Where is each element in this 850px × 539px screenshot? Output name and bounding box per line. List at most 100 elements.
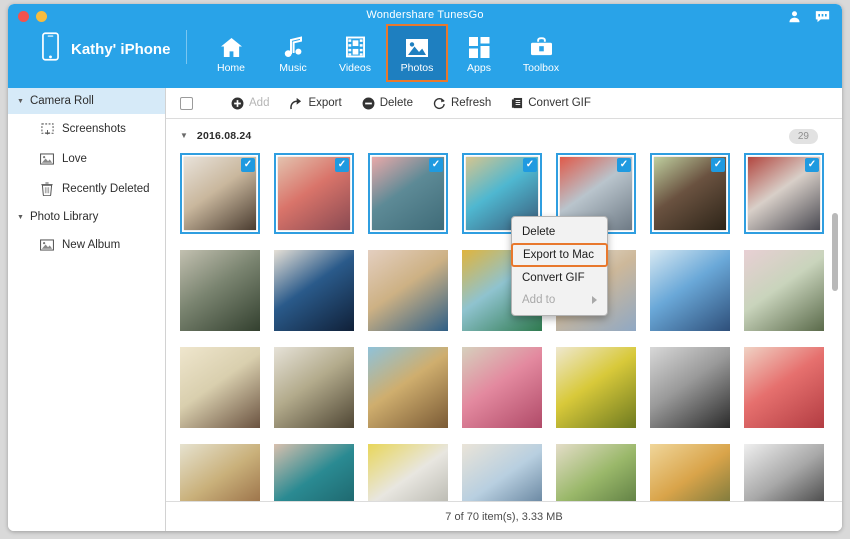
context-menu-item[interactable]: Delete <box>512 221 607 243</box>
photo-thumbnail[interactable] <box>462 347 542 428</box>
photo-thumbnail[interactable] <box>368 347 448 428</box>
refresh-button[interactable]: Refresh <box>423 88 501 119</box>
content-toolbar: Add Export Delete <box>166 88 842 119</box>
iphone-icon <box>42 32 59 66</box>
nav-tab-photos-label: Photos <box>401 62 434 74</box>
photo-image <box>556 444 636 501</box>
app-header: Wondershare TunesGo Kathy' iPhone Home <box>8 4 842 88</box>
chevron-down-icon: ▼ <box>180 132 188 140</box>
context-menu-item[interactable]: Convert GIF <box>512 267 607 289</box>
photo-thumbnail[interactable] <box>274 347 354 428</box>
photo-thumbnail[interactable] <box>744 347 824 428</box>
photo-selected-checkmark[interactable]: ✓ <box>805 158 819 172</box>
photo-selected-checkmark[interactable]: ✓ <box>429 158 443 172</box>
photo-image <box>180 347 260 428</box>
select-all-checkbox[interactable] <box>180 97 193 110</box>
video-icon <box>346 32 365 58</box>
photo-thumbnail[interactable] <box>274 444 354 501</box>
nav-tab-toolbox[interactable]: Toolbox <box>510 26 572 80</box>
photo-selected-checkmark[interactable]: ✓ <box>617 158 631 172</box>
home-icon <box>220 32 243 58</box>
sidebar-group-camera-roll[interactable]: ▼ Camera Roll <box>8 88 165 114</box>
chevron-down-icon: ▼ <box>17 98 24 105</box>
app-window: Wondershare TunesGo Kathy' iPhone Home <box>8 4 842 531</box>
photo-icon <box>40 152 54 166</box>
photo-image <box>556 347 636 428</box>
nav-tab-videos[interactable]: Videos <box>324 26 386 80</box>
photo-thumbnail[interactable] <box>368 444 448 501</box>
export-icon <box>289 97 303 110</box>
nav-tab-home[interactable]: Home <box>200 26 262 80</box>
photo-thumbnail[interactable]: ✓ <box>274 153 354 234</box>
photo-thumbnail[interactable] <box>462 444 542 501</box>
app-body: ▼ Camera Roll Screenshots Love Recen <box>8 88 842 531</box>
photo-thumbnail[interactable]: ✓ <box>744 153 824 234</box>
export-button-label: Export <box>308 97 341 109</box>
sidebar-item-new-album[interactable]: New Album <box>8 230 165 260</box>
photo-image <box>368 250 448 331</box>
delete-button[interactable]: Delete <box>352 88 423 119</box>
sidebar-item-love[interactable]: Love <box>8 144 165 174</box>
user-account-icon[interactable] <box>788 10 801 23</box>
header-divider <box>186 30 187 64</box>
nav-tab-music[interactable]: Music <box>262 26 324 80</box>
nav-tab-music-label: Music <box>279 62 306 74</box>
photo-selected-checkmark[interactable]: ✓ <box>711 158 725 172</box>
photo-image <box>744 250 824 331</box>
add-button-label: Add <box>249 97 269 109</box>
chevron-down-icon: ▼ <box>17 214 24 221</box>
nav-tab-toolbox-label: Toolbox <box>523 62 559 74</box>
convert-gif-button[interactable]: Convert GIF <box>501 88 601 119</box>
photo-selected-checkmark[interactable]: ✓ <box>241 158 255 172</box>
photo-thumbnail[interactable] <box>650 347 730 428</box>
main-nav: Home Music Videos Photos <box>200 26 572 82</box>
sidebar-item-screenshots[interactable]: Screenshots <box>8 114 165 144</box>
photo-thumbnail[interactable] <box>650 444 730 501</box>
connected-device[interactable]: Kathy' iPhone <box>42 32 170 66</box>
context-menu-item-label: Convert GIF <box>522 272 585 284</box>
photo-thumbnail[interactable] <box>274 250 354 331</box>
photos-icon <box>405 32 429 58</box>
add-button[interactable]: Add <box>221 88 279 119</box>
photo-selected-checkmark[interactable]: ✓ <box>523 158 537 172</box>
photo-thumbnail[interactable] <box>556 347 636 428</box>
photo-image <box>274 250 354 331</box>
scrollbar-thumb[interactable] <box>832 213 838 291</box>
photo-image <box>180 444 260 501</box>
add-icon <box>231 97 244 110</box>
photo-thumbnail[interactable] <box>650 250 730 331</box>
toolbox-icon <box>530 32 553 58</box>
photo-thumbnail[interactable]: ✓ <box>368 153 448 234</box>
sidebar-item-new-album-label: New Album <box>62 239 120 251</box>
convert-gif-button-label: Convert GIF <box>528 97 591 109</box>
date-group-count-badge: 29 <box>789 129 818 144</box>
photo-thumbnail[interactable] <box>180 250 260 331</box>
export-button[interactable]: Export <box>279 88 351 119</box>
delete-icon <box>362 97 375 110</box>
context-menu-item-label: Delete <box>522 226 555 238</box>
window-title: Wondershare TunesGo <box>8 9 842 21</box>
nav-tab-videos-label: Videos <box>339 62 371 74</box>
photo-thumbnail[interactable] <box>744 250 824 331</box>
sidebar-item-recently-deleted[interactable]: Recently Deleted <box>8 174 165 204</box>
photo-thumbnail[interactable] <box>744 444 824 501</box>
refresh-icon <box>433 97 446 110</box>
photo-image <box>274 444 354 501</box>
photo-thumbnail[interactable]: ✓ <box>650 153 730 234</box>
nav-tab-photos[interactable]: Photos <box>386 24 448 82</box>
photo-selected-checkmark[interactable]: ✓ <box>335 158 349 172</box>
sidebar-group-photo-library-label: Photo Library <box>30 211 98 223</box>
nav-tab-apps[interactable]: Apps <box>448 26 510 80</box>
sidebar-group-photo-library[interactable]: ▼ Photo Library <box>8 204 165 230</box>
photo-thumbnail[interactable] <box>180 444 260 501</box>
context-menu-item[interactable]: Export to Mac <box>511 243 608 267</box>
date-group-header[interactable]: ▼ 2016.08.24 29 <box>166 123 842 149</box>
photo-thumbnail[interactable] <box>180 347 260 428</box>
feedback-chat-icon[interactable] <box>815 10 830 23</box>
content-scrollbar[interactable] <box>831 125 839 495</box>
photo-thumbnail[interactable] <box>556 444 636 501</box>
refresh-button-label: Refresh <box>451 97 491 109</box>
trash-icon <box>40 182 54 196</box>
photo-thumbnail[interactable]: ✓ <box>180 153 260 234</box>
photo-thumbnail[interactable] <box>368 250 448 331</box>
